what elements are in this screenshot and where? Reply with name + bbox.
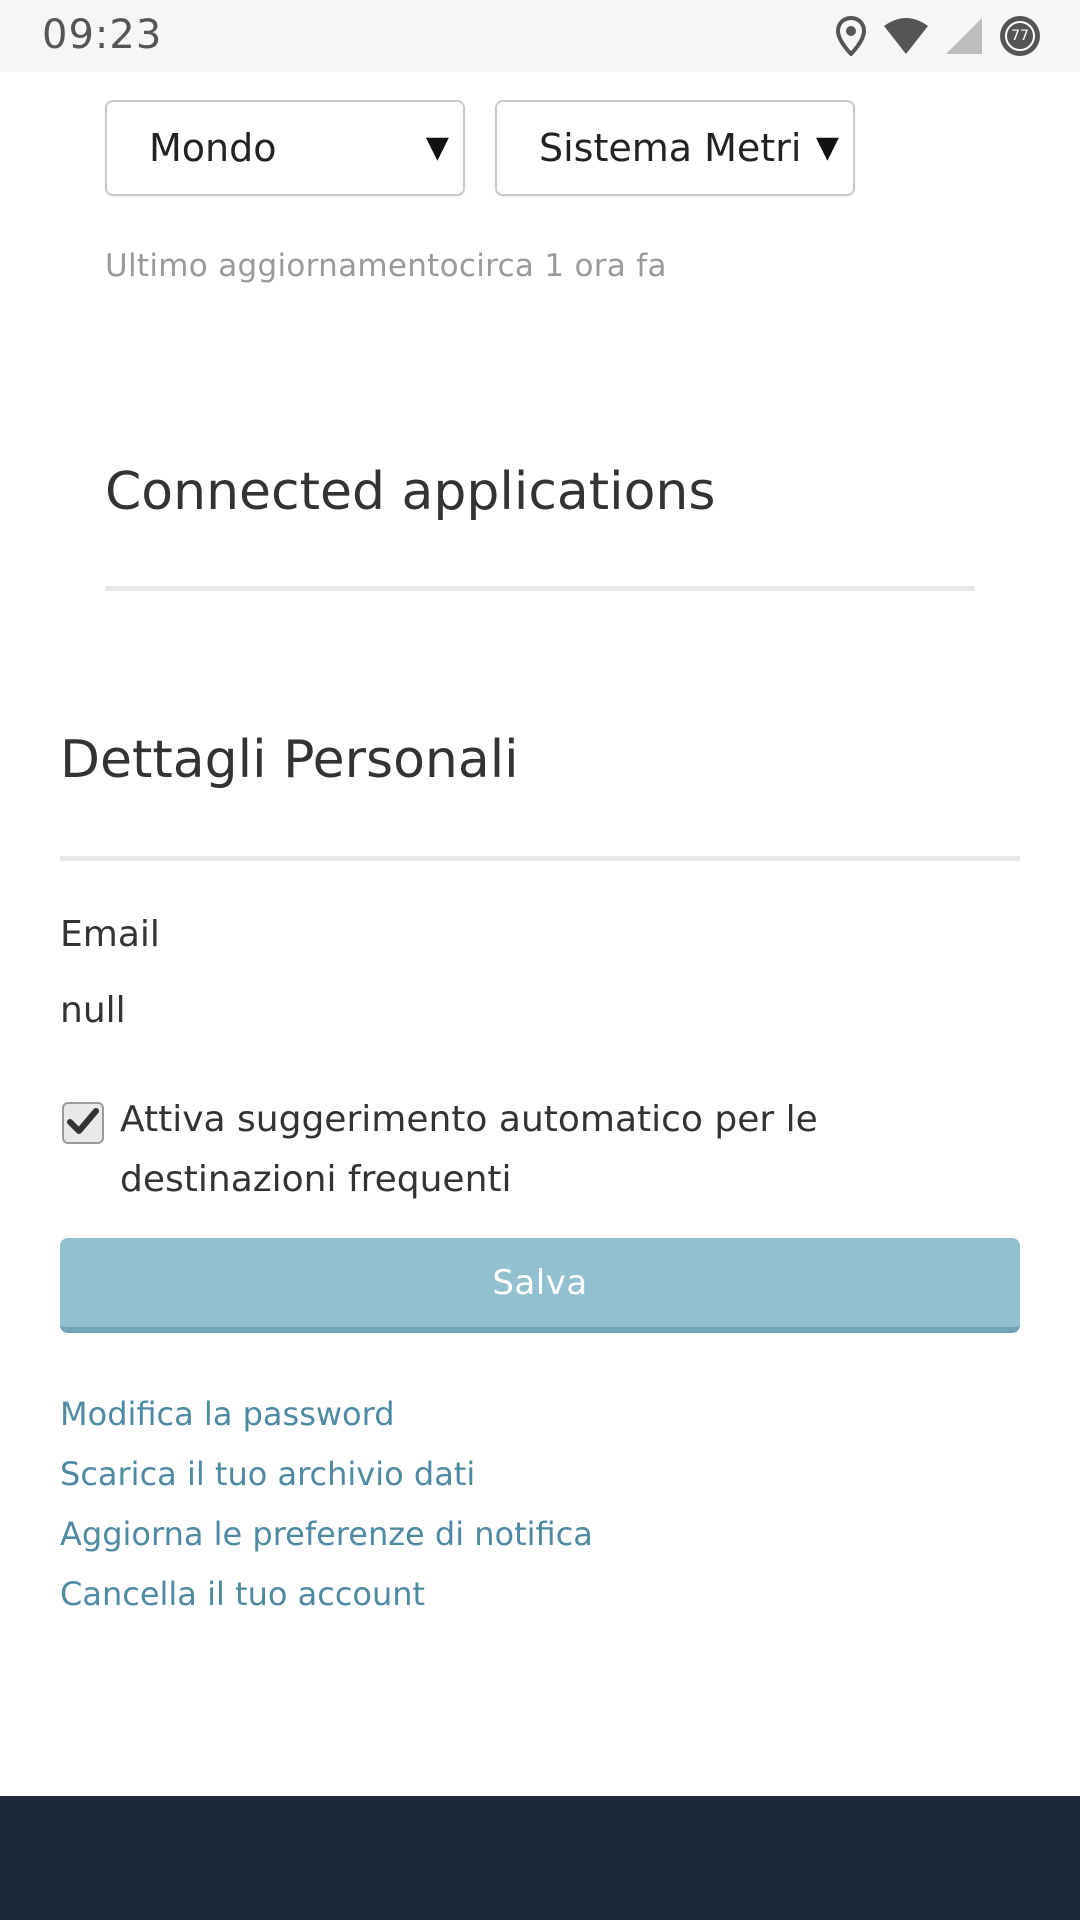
- footer: [0, 1796, 1080, 1920]
- account-links: Modifica la password Scarica il tuo arch…: [60, 1384, 593, 1624]
- download-data-link[interactable]: Scarica il tuo archivio dati: [60, 1444, 593, 1504]
- wifi-icon: [884, 18, 928, 54]
- divider: [105, 586, 975, 591]
- dropdown-arrow-icon: ▼: [807, 130, 839, 165]
- region-select-value: Mondo: [149, 126, 277, 170]
- region-select[interactable]: Mondo ▼: [105, 100, 465, 196]
- last-update-text: Ultimo aggiornamentocirca 1 ora fa: [105, 248, 667, 284]
- dropdown-arrow-icon: ▼: [417, 130, 449, 165]
- status-time: 09:23: [42, 12, 163, 58]
- divider: [60, 856, 1020, 861]
- notification-preferences-link[interactable]: Aggiorna le preferenze di notifica: [60, 1504, 593, 1564]
- cell-signal-icon: [946, 18, 982, 54]
- battery-level: 77: [1005, 21, 1035, 51]
- connected-applications-title: Connected applications: [105, 462, 716, 522]
- email-value: null: [60, 990, 126, 1031]
- save-button[interactable]: Salva: [60, 1238, 1020, 1333]
- delete-account-link[interactable]: Cancella il tuo account: [60, 1564, 593, 1624]
- change-password-link[interactable]: Modifica la password: [60, 1384, 593, 1444]
- location-icon: [836, 16, 866, 56]
- units-select-value: Sistema Metri: [539, 126, 802, 170]
- checkmark-icon: [67, 1107, 99, 1139]
- autosuggest-checkbox[interactable]: [62, 1102, 104, 1144]
- personal-details-title: Dettagli Personali: [60, 730, 519, 790]
- email-label: Email: [60, 914, 160, 955]
- status-bar: 09:23 77: [0, 0, 1080, 72]
- units-select[interactable]: Sistema Metri ▼: [495, 100, 855, 196]
- battery-icon: 77: [1000, 16, 1040, 56]
- autosuggest-checkbox-label[interactable]: Attiva suggerimento automatico per le de…: [120, 1090, 1000, 1210]
- status-icons: 77: [836, 14, 1040, 58]
